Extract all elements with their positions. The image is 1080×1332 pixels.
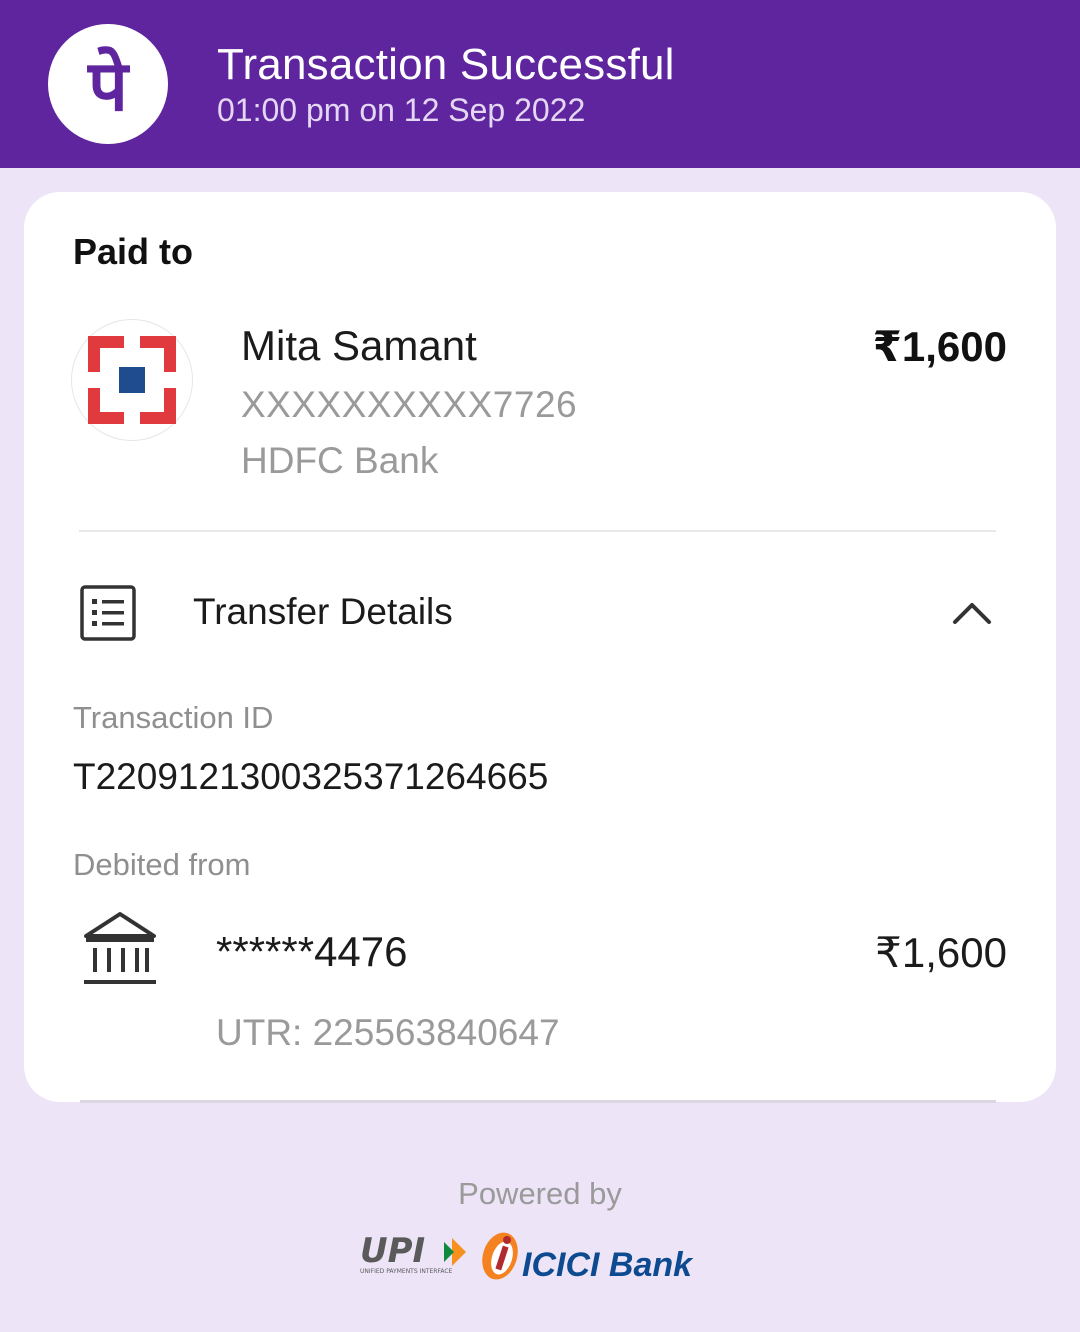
svg-text:पे: पे [86, 45, 130, 127]
upi-logo: UPI UNIFIED PAYMENTS INTERFACE [358, 1231, 470, 1281]
debited-from-label: Debited from [73, 847, 251, 882]
svg-text:UNIFIED PAYMENTS INTERFACE: UNIFIED PAYMENTS INTERFACE [360, 1268, 453, 1275]
powered-by-label: Powered by [458, 1176, 622, 1211]
hdfc-bank-logo-icon [72, 320, 192, 440]
payee-name: Mita Samant [241, 322, 477, 369]
debit-amount: ₹1,600 [875, 929, 1007, 976]
bank-building-icon [82, 910, 158, 993]
paid-amount: ₹1,600 [872, 323, 1007, 370]
receipt-list-icon [80, 585, 136, 646]
svg-text:ICICI Bank: ICICI Bank [522, 1246, 694, 1284]
payee-account-number: XXXXXXXXXX7726 [241, 384, 578, 425]
transaction-status-title: Transaction Successful [217, 40, 675, 89]
debit-account-number: ******4476 [216, 928, 408, 975]
section-divider [79, 530, 996, 532]
transfer-details-toggle[interactable]: Transfer Details [193, 591, 453, 633]
icici-bank-logo: ICICI Bank [478, 1228, 718, 1289]
payee-bank-name: HDFC Bank [241, 440, 439, 481]
chevron-up-icon[interactable] [950, 598, 994, 633]
phonepe-logo-icon: पे [48, 24, 168, 144]
utr-number: UTR: 225563840647 [216, 1012, 560, 1053]
card-divider [80, 1100, 996, 1103]
header-bar: पे Transaction Successful 01:00 pm on 12… [0, 0, 1080, 168]
transaction-timestamp: 01:00 pm on 12 Sep 2022 [217, 92, 586, 128]
svg-text:UPI: UPI [360, 1232, 425, 1271]
transaction-id-label: Transaction ID [73, 700, 274, 735]
paid-to-heading: Paid to [73, 231, 194, 272]
transaction-id-value: T2209121300325371264665 [73, 756, 549, 797]
